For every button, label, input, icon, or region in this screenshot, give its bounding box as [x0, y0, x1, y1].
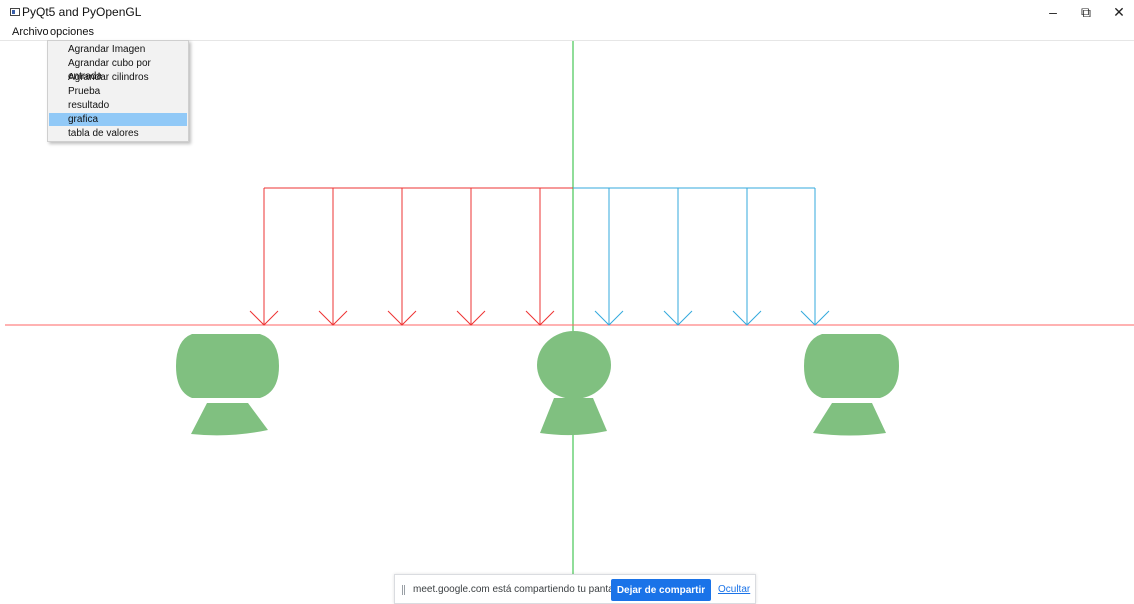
share-message: meet.google.com está compartiendo tu pan…: [413, 584, 627, 595]
support-right: [804, 334, 899, 436]
load-arrow-2: [318, 188, 348, 326]
screen-share-bar: meet.google.com está compartiendo tu pan…: [394, 574, 756, 604]
drag-handle-icon[interactable]: [402, 585, 405, 595]
menu-item-resultado[interactable]: resultado: [49, 99, 187, 112]
menu-item-agrandar-cilindros[interactable]: Agrandar cilindros: [49, 71, 187, 84]
load-arrow-1: [249, 188, 279, 326]
menu-item-grafica[interactable]: grafica: [49, 113, 187, 126]
menu-item-agrandar-imagen[interactable]: Agrandar Imagen: [49, 43, 187, 56]
stop-sharing-button[interactable]: Dejar de compartir: [611, 579, 711, 601]
hide-link[interactable]: Ocultar: [718, 584, 750, 595]
load-arrow-5: [525, 188, 555, 326]
menu-item-agrandar-cubo[interactable]: Agrandar cubo por entrada: [49, 57, 187, 82]
support-center: [537, 331, 611, 436]
load-arrow-4: [456, 188, 486, 326]
load-arrows: [249, 188, 830, 326]
support-left: [176, 334, 279, 436]
load-arrow-8: [732, 188, 762, 326]
load-arrow-9: [800, 188, 830, 326]
load-arrow-7: [663, 188, 693, 326]
opciones-dropdown-menu: Agrandar Imagen Agrandar cubo por entrad…: [47, 40, 189, 142]
load-arrow-6: [594, 188, 624, 326]
menu-item-tabla-de-valores[interactable]: tabla de valores: [49, 127, 187, 140]
load-arrow-3: [387, 188, 417, 326]
menu-item-prueba[interactable]: Prueba: [49, 85, 187, 98]
